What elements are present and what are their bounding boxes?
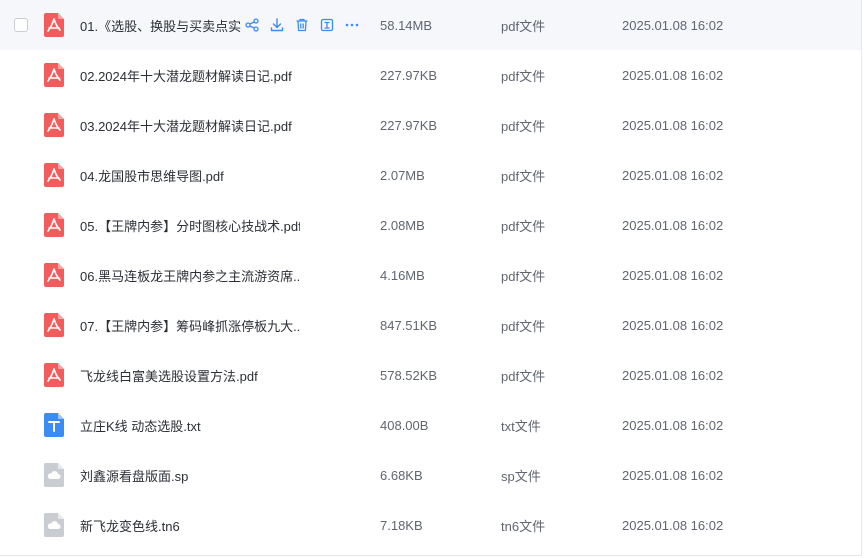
other-file-icon [44,513,64,537]
txt-file-icon [44,413,64,437]
modified-date: 2025.01.08 16:02 [622,117,724,133]
file-row[interactable]: 新飞龙变色线.tn6 7.18KB tn6文件 2025.01.08 16:02 [0,500,861,550]
file-name[interactable]: 03.2024年十大潜龙题材解读日记.pdf [80,116,300,135]
file-name[interactable]: 01.《选股、换股与买卖点实战 [80,16,242,35]
pdf-file-icon [44,363,64,387]
file-name[interactable]: 06.黑马连板龙王牌内参之主流游资席... [80,266,300,285]
delete-icon[interactable] [294,17,310,33]
pdf-file-icon [44,163,64,187]
modified-date: 2025.01.08 16:02 [622,167,724,183]
pdf-file-icon [44,263,64,287]
rename-icon[interactable] [319,17,335,33]
file-size: 2.07MB [380,167,425,183]
file-name[interactable]: 立庄K线 动态选股.txt [80,416,300,435]
file-type: pdf文件 [501,68,546,84]
file-name[interactable]: 07.【王牌内参】筹码峰抓涨停板九大... [80,316,300,335]
file-name[interactable]: 05.【王牌内参】分时图核心技战术.pdf [80,216,300,235]
pdf-file-icon [44,313,64,337]
pdf-file-icon [44,113,64,137]
file-row[interactable]: 07.【王牌内参】筹码峰抓涨停板九大... 847.51KB pdf文件 2025.0… [0,300,861,350]
file-size: 227.97KB [380,67,438,83]
file-name[interactable]: 飞龙线白富美选股设置方法.pdf [80,366,300,385]
file-row[interactable]: 01.《选股、换股与买卖点实战 58.14MB pdf文件 2025.01.08 16… [0,0,861,50]
file-size: 4.16MB [380,267,425,283]
file-row[interactable]: 05.【王牌内参】分时图核心技战术.pdf 2.08MB pdf文件 2025.01.… [0,200,861,250]
file-row[interactable]: 06.黑马连板龙王牌内参之主流游资席... 4.16MB pdf文件 2025.01.… [0,250,861,300]
file-size: 847.51KB [380,317,438,333]
row-actions [244,17,360,33]
file-name[interactable]: 新飞龙变色线.tn6 [80,516,300,535]
file-size: 2.08MB [380,217,425,233]
file-size: 58.14MB [380,17,433,33]
file-type: sp文件 [501,468,541,484]
file-list: 01.《选股、换股与买卖点实战 58.14MB pdf文件 2025.01.08 16… [0,0,862,556]
file-type: pdf文件 [501,168,546,184]
file-size: 408.00B [380,417,429,433]
other-file-icon [44,463,64,487]
file-type: pdf文件 [501,318,546,334]
file-type: pdf文件 [501,268,546,284]
modified-date: 2025.01.08 16:02 [622,417,724,433]
file-row[interactable]: 刘鑫源看盘版面.sp 6.68KB sp文件 2025.01.08 16:02 [0,450,861,500]
share-icon[interactable] [244,17,260,33]
file-name[interactable]: 刘鑫源看盘版面.sp [80,466,300,485]
file-row[interactable]: 飞龙线白富美选股设置方法.pdf 578.52KB pdf文件 2025.01.08 … [0,350,861,400]
file-type: pdf文件 [501,218,546,234]
modified-date: 2025.01.08 16:02 [622,267,724,283]
modified-date: 2025.01.08 16:02 [622,517,724,533]
file-row[interactable]: 立庄K线 动态选股.txt 408.00B txt文件 2025.01.08 16:0… [0,400,861,450]
file-type: txt文件 [501,418,541,434]
file-type: pdf文件 [501,118,546,134]
file-size: 6.68KB [380,467,423,483]
file-type: tn6文件 [501,518,546,534]
row-checkbox[interactable] [14,18,28,32]
pdf-file-icon [44,63,64,87]
file-name[interactable]: 04.龙国股市思维导图.pdf [80,166,300,185]
download-icon[interactable] [269,17,285,33]
file-size: 578.52KB [380,367,438,383]
modified-date: 2025.01.08 16:02 [622,467,724,483]
file-size: 227.97KB [380,117,438,133]
file-size: 7.18KB [380,517,423,533]
pdf-file-icon [44,213,64,237]
file-type: pdf文件 [501,18,546,34]
modified-date: 2025.01.08 16:02 [622,317,724,333]
modified-date: 2025.01.08 16:02 [622,367,724,383]
file-row[interactable]: 04.龙国股市思维导图.pdf 2.07MB pdf文件 2025.01.08 16:… [0,150,861,200]
file-row[interactable]: 03.2024年十大潜龙题材解读日记.pdf 227.97KB pdf文件 2025.… [0,100,861,150]
file-name[interactable]: 02.2024年十大潜龙题材解读日记.pdf [80,66,300,85]
modified-date: 2025.01.08 16:02 [622,17,724,33]
modified-date: 2025.01.08 16:02 [622,217,724,233]
file-row[interactable]: 02.2024年十大潜龙题材解读日记.pdf 227.97KB pdf文件 2025.… [0,50,861,100]
modified-date: 2025.01.08 16:02 [622,67,724,83]
more-icon[interactable] [344,17,360,33]
file-type: pdf文件 [501,368,546,384]
pdf-file-icon [44,13,64,37]
